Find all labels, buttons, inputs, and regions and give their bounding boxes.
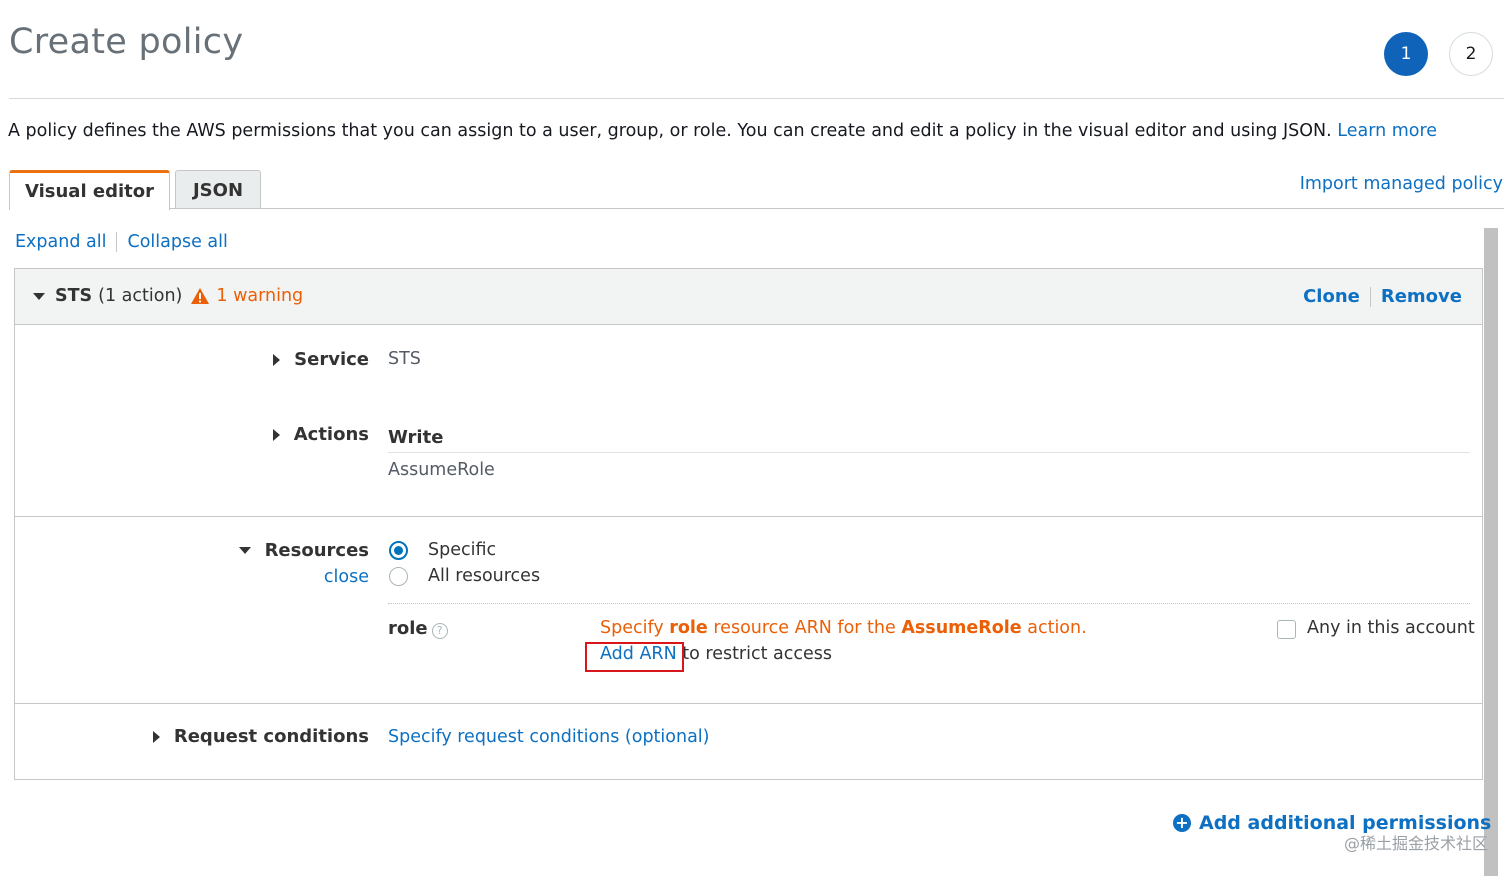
resources-close-link[interactable]: close bbox=[324, 567, 369, 587]
step-2-indicator[interactable]: 2 bbox=[1449, 32, 1493, 76]
tab-json[interactable]: JSON bbox=[175, 170, 261, 209]
request-conditions-label-text: Request conditions bbox=[173, 726, 369, 747]
role-msg-text: resource ARN for the bbox=[713, 618, 896, 638]
vertical-scrollbar[interactable] bbox=[1484, 228, 1498, 876]
collapse-all-link[interactable]: Collapse all bbox=[127, 232, 227, 252]
remove-button[interactable]: Remove bbox=[1381, 286, 1462, 307]
panel-header-title[interactable]: STS (1 action) 1 warning bbox=[33, 286, 303, 306]
request-conditions-row-label[interactable]: Request conditions bbox=[152, 726, 369, 747]
action-count: (1 action) bbox=[98, 286, 183, 306]
panel-header[interactable]: STS (1 action) 1 warning Clone Remove bbox=[15, 269, 1482, 325]
role-msg-text: Specify bbox=[600, 618, 664, 638]
radio-specific[interactable] bbox=[389, 541, 408, 560]
watermark: @稀土掘金技术社区 bbox=[1343, 834, 1488, 853]
title-divider bbox=[9, 98, 1504, 99]
role-msg-bold-role: role bbox=[669, 618, 708, 638]
policy-statement-panel: STS (1 action) 1 warning Clone Remove Se… bbox=[14, 268, 1483, 780]
expand-all-link[interactable]: Expand all bbox=[15, 232, 106, 252]
section-divider bbox=[15, 703, 1482, 704]
restrict-access-text: to restrict access bbox=[682, 644, 833, 664]
role-warning-message: Specify role resource ARN for the Assume… bbox=[600, 618, 1087, 638]
import-managed-policy-link[interactable]: Import managed policy bbox=[1300, 174, 1503, 194]
request-conditions-link[interactable]: Specify request conditions (optional) bbox=[388, 727, 710, 747]
any-in-account-label[interactable]: Any in this account bbox=[1307, 618, 1475, 638]
actions-row-label[interactable]: Actions bbox=[272, 424, 369, 445]
service-label-text: Service bbox=[294, 349, 369, 370]
expand-collapse-controls: Expand all Collapse all bbox=[15, 232, 228, 252]
caret-right-icon[interactable] bbox=[273, 353, 281, 366]
actions-label-text: Actions bbox=[293, 424, 369, 445]
section-divider bbox=[15, 516, 1482, 517]
tabs-divider bbox=[9, 208, 1504, 209]
tab-visual-editor[interactable]: Visual editor bbox=[9, 170, 170, 210]
separator bbox=[1369, 286, 1371, 307]
plus-circle-icon: + bbox=[1173, 814, 1191, 832]
actions-group: Write bbox=[388, 427, 444, 448]
role-label-text: role bbox=[388, 618, 428, 639]
intro-description: A policy defines the AWS permissions tha… bbox=[8, 121, 1332, 141]
radio-all-resources[interactable] bbox=[389, 567, 408, 586]
actions-group-divider bbox=[388, 452, 1470, 453]
caret-right-icon[interactable] bbox=[152, 730, 160, 743]
clone-button[interactable]: Clone bbox=[1303, 286, 1360, 307]
radio-specific-label[interactable]: Specific bbox=[428, 540, 496, 560]
caret-down-icon[interactable] bbox=[238, 547, 251, 554]
actions-value: AssumeRole bbox=[388, 460, 495, 480]
panel-header-actions: Clone Remove bbox=[1303, 286, 1462, 307]
resources-label-text: Resources bbox=[264, 540, 369, 561]
service-value: STS bbox=[388, 349, 421, 369]
learn-more-link[interactable]: Learn more bbox=[1337, 121, 1437, 141]
radio-all-resources-label[interactable]: All resources bbox=[428, 566, 540, 586]
add-arn-highlight bbox=[585, 642, 684, 672]
resources-row-label[interactable]: Resources bbox=[238, 540, 369, 561]
warning-count[interactable]: 1 warning bbox=[216, 286, 303, 306]
caret-right-icon[interactable] bbox=[272, 428, 280, 441]
role-label: role? bbox=[388, 618, 448, 639]
service-name: STS bbox=[55, 286, 93, 306]
any-in-account-checkbox[interactable] bbox=[1277, 620, 1296, 639]
caret-down-icon[interactable] bbox=[33, 292, 45, 300]
page-title: Create policy bbox=[9, 22, 244, 62]
help-icon[interactable]: ? bbox=[431, 623, 448, 639]
role-msg-text: action. bbox=[1027, 618, 1087, 638]
role-msg-bold-action: AssumeRole bbox=[901, 618, 1022, 638]
separator bbox=[116, 232, 118, 252]
service-row-label[interactable]: Service bbox=[273, 349, 369, 370]
intro-text: A policy defines the AWS permissions tha… bbox=[8, 121, 1437, 141]
step-1-indicator: 1 bbox=[1384, 32, 1428, 76]
warning-icon bbox=[191, 288, 210, 304]
resources-dotted-divider bbox=[388, 603, 1470, 604]
